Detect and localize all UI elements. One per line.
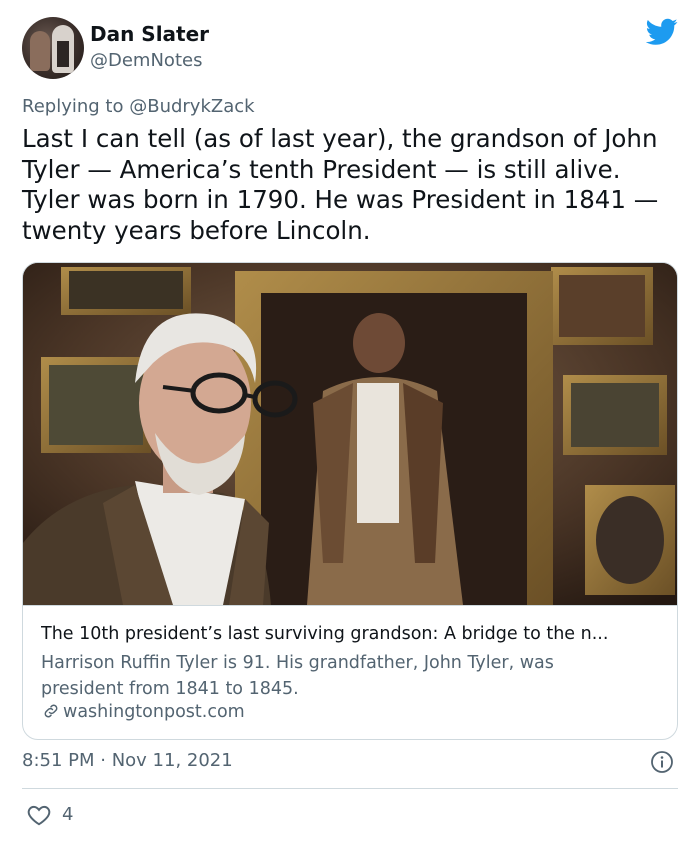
info-icon[interactable]: [650, 750, 674, 774]
tweet-header: Dan Slater @DemNotes: [22, 16, 678, 80]
tweet-timestamp[interactable]: 8:51 PM · Nov 11, 2021: [22, 750, 233, 771]
card-body[interactable]: The 10th president’s last surviving gran…: [23, 605, 677, 739]
portrait-photo: [23, 263, 677, 605]
tweet-text: Last I can tell (as of last year), the g…: [22, 124, 659, 245]
replying-to-handle-link[interactable]: @BudrykZack: [129, 96, 254, 117]
link-icon: [44, 704, 58, 718]
card-image[interactable]: [23, 263, 677, 605]
author-handle[interactable]: @DemNotes: [90, 50, 202, 71]
divider: [22, 788, 678, 789]
card-title[interactable]: The 10th president’s last surviving gran…: [41, 624, 665, 644]
card-description: Harrison Ruffin Tyler is 91. His grandfa…: [41, 653, 554, 699]
replying-to-prefix: Replying to: [22, 96, 124, 117]
card-domain[interactable]: washingtonpost.com: [41, 702, 245, 722]
like-count: 4: [62, 804, 74, 825]
link-card[interactable]: The 10th president’s last surviving gran…: [22, 262, 678, 740]
avatar[interactable]: [22, 17, 84, 79]
heart-icon[interactable]: [26, 802, 52, 828]
replying-to: Replying to @BudrykZack: [22, 96, 255, 117]
twitter-bird-icon[interactable]: [646, 18, 678, 46]
author-name[interactable]: Dan Slater: [90, 22, 209, 46]
card-domain-text[interactable]: washingtonpost.com: [63, 702, 245, 722]
